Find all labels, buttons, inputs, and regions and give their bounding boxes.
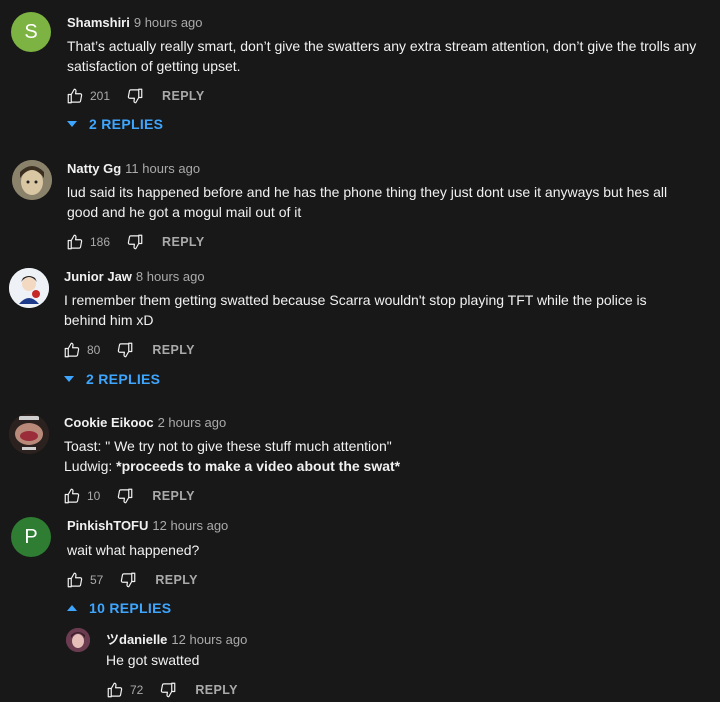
comment-text-bold: *proceeds to make a video about the swat… [116,458,401,474]
author-name[interactable]: Shamshiri [67,15,130,30]
avatar[interactable]: S [11,12,51,52]
comment-timestamp[interactable]: 9 hours ago [134,15,203,30]
comment-text: That’s actually really smart, don’t give… [67,38,697,74]
comment-text: lud said its happened before and he has … [67,184,668,220]
triangle-down-icon [67,121,77,127]
avatar-letter: P [24,525,38,548]
thumb-up-icon[interactable] [66,87,84,105]
like-count: 80 [87,343,101,357]
like-count: 57 [90,573,104,587]
comment-text: wait what happened? [67,542,200,558]
author-name[interactable]: Junior Jaw [64,269,132,284]
view-replies-button[interactable]: 2 REPLIES [64,371,160,387]
comment-text: I remember them getting swatted because … [64,292,647,328]
comment-actions: 80 REPLY [63,338,195,362]
comment-timestamp[interactable]: 8 hours ago [136,269,205,284]
comment-timestamp[interactable]: 2 hours ago [158,415,227,430]
comment-actions: 10 REPLY [63,484,195,508]
reply-button[interactable]: REPLY [152,343,195,357]
avatar-image [9,414,49,454]
author-name[interactable]: ツdanielle [106,632,167,647]
thumb-down-icon[interactable] [116,487,134,505]
avatar-image [66,628,90,652]
avatar-image [12,160,52,200]
replies-count-label: 2 REPLIES [89,116,164,132]
avatar-letter: S [24,20,38,43]
thumb-down-icon[interactable] [116,341,134,359]
hide-replies-button[interactable]: 10 REPLIES [67,600,171,616]
reply-button[interactable]: REPLY [162,89,205,103]
reply-button[interactable]: REPLY [195,683,238,697]
comment-header: ツdanielle 12 hours ago [106,629,247,648]
comment-header: PinkishTOFU 12 hours ago [67,518,228,533]
replies-count-label: 2 REPLIES [86,371,161,387]
thumb-up-icon[interactable] [66,233,84,251]
avatar[interactable] [9,268,49,308]
reply-button[interactable]: REPLY [155,573,198,587]
comment-text: He got swatted [106,652,200,668]
comment-actions: 201 REPLY [66,84,205,108]
like-count: 186 [90,235,111,249]
thumb-up-icon[interactable] [66,571,84,589]
comment-header: Shamshiri 9 hours ago [67,15,203,30]
like-count: 72 [130,683,144,697]
like-count: 10 [87,489,101,503]
thumb-down-icon[interactable] [119,571,137,589]
avatar-image [9,268,49,308]
avatar[interactable] [9,414,49,454]
avatar[interactable] [66,628,90,652]
comment-actions: 186 REPLY [66,230,205,254]
comment-text-line: Ludwig: *proceeds to make a video about … [64,456,684,476]
reply-button[interactable]: REPLY [162,235,205,249]
author-name[interactable]: PinkishTOFU [67,518,148,533]
like-count: 201 [90,89,111,103]
author-name[interactable]: Natty Gg [67,161,121,176]
reply-button[interactable]: REPLY [152,489,195,503]
comment-text-prefix: Ludwig: [64,458,117,474]
avatar[interactable]: P [11,517,51,557]
thumb-up-icon[interactable] [63,487,81,505]
comment-timestamp[interactable]: 11 hours ago [125,161,200,176]
comment-actions: 72 REPLY [106,678,238,702]
view-replies-button[interactable]: 2 REPLIES [67,116,163,132]
comment-actions: 57 REPLY [66,568,198,592]
thumb-up-icon[interactable] [63,341,81,359]
author-name[interactable]: Cookie Eikooc [64,415,154,430]
comment-header: Cookie Eikooc 2 hours ago [64,415,226,430]
thumb-down-icon[interactable] [126,233,144,251]
avatar[interactable] [12,160,52,200]
comment-header: Junior Jaw 8 hours ago [64,269,205,284]
triangle-down-icon [64,376,74,382]
comment-timestamp[interactable]: 12 hours ago [152,518,228,533]
comment-text-line: Toast: " We try not to give these stuff … [64,438,392,454]
triangle-up-icon [67,605,77,611]
thumb-up-icon[interactable] [106,681,124,699]
replies-count-label: 10 REPLIES [89,600,172,616]
comment-header: Natty Gg 11 hours ago [67,161,200,176]
thumb-down-icon[interactable] [159,681,177,699]
comment-timestamp[interactable]: 12 hours ago [171,632,247,647]
thumb-down-icon[interactable] [126,87,144,105]
